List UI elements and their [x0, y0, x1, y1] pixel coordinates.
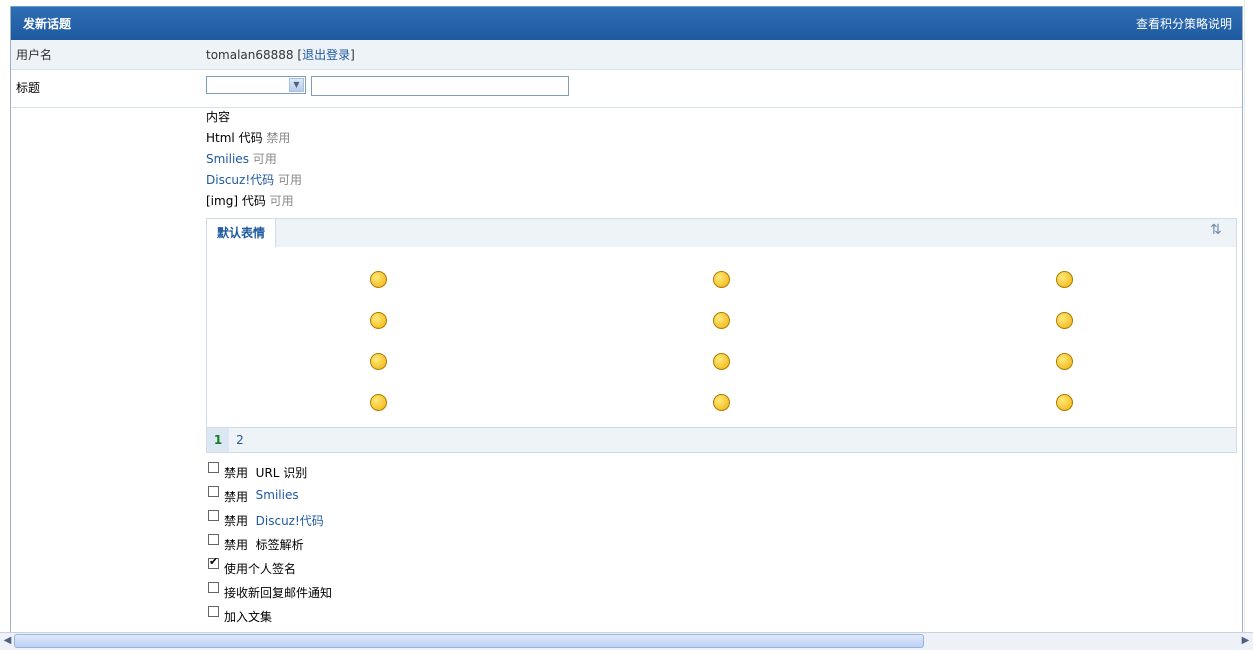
option-status: 禁用 [266, 131, 291, 145]
checkbox-label: URL 识别 [255, 466, 308, 480]
option-checkbox-row: 禁用 URL 识别 [206, 459, 1246, 483]
post-options: 禁用 URL 识别禁用 Smilies禁用 Discuz!代码禁用 标签解析使用… [206, 459, 1246, 627]
horizontal-scrollbar[interactable]: ◀ ▶ [0, 632, 1253, 650]
option-checkbox[interactable] [208, 606, 219, 617]
form-title: 发新话题 [23, 17, 72, 31]
checkbox-prefix: 禁用 [224, 538, 249, 552]
option-status: 可用 [269, 194, 294, 208]
username-value: tomalan68888 [退出登录] [206, 46, 1242, 63]
option-name: [img] 代码 [206, 194, 266, 208]
smiley-cell[interactable] [893, 259, 1236, 300]
handshake-icon[interactable] [713, 271, 730, 288]
collapse-toggle-icon[interactable]: ⇅ [1210, 222, 1230, 242]
clock-icon[interactable] [370, 312, 387, 329]
checkbox-prefix: 禁用 [224, 514, 249, 528]
username: tomalan68888 [206, 48, 294, 62]
content-option: Discuz!代码 可用 [206, 170, 1246, 191]
option-checkbox[interactable] [208, 510, 219, 521]
smilies-page-2[interactable]: 2 [229, 428, 251, 452]
option-name: Html 代码 [206, 131, 263, 145]
option-checkbox-row: 禁用 Smilies [206, 483, 1246, 507]
chevron-down-icon[interactable]: ▼ [289, 78, 304, 92]
checkbox-label[interactable]: Discuz!代码 [256, 512, 324, 529]
content-section: 内容 Html 代码 禁用 Smilies 可用 Discuz!代码 可用 [img]… [206, 100, 1246, 627]
option-checkbox-row: 禁用 Discuz!代码 [206, 507, 1246, 531]
tongue-icon[interactable] [1056, 394, 1073, 411]
scroll-right-icon[interactable]: ▶ [1238, 633, 1253, 649]
username-row: 用户名 tomalan68888 [退出登录] [11, 40, 1242, 70]
checkbox-label: 加入文集 [224, 610, 273, 624]
content-option: Smilies 可用 [206, 149, 1246, 170]
option-checkbox-row: 加入文集 [206, 603, 1246, 627]
person-icon[interactable] [1056, 312, 1073, 329]
option-checkbox[interactable] [208, 582, 219, 593]
smiley-cell[interactable] [550, 382, 893, 423]
option-name[interactable]: Discuz!代码 [206, 173, 274, 187]
form-header: 发新话题 查看积分策略说明 [11, 6, 1242, 40]
checkbox-prefix: 禁用 [224, 490, 249, 504]
smiley-cell[interactable] [550, 259, 893, 300]
content-label: 内容 [206, 110, 231, 124]
smiley-cell[interactable] [207, 300, 550, 341]
smilies-page-1[interactable]: 1 [207, 428, 229, 452]
smilies-grid [207, 247, 1236, 427]
smiley-cell[interactable] [893, 300, 1236, 341]
smilies-tabs: 默认表情 ⇅ [207, 219, 1236, 247]
tab-default-smilies[interactable]: 默认表情 [207, 219, 277, 247]
option-checkbox-row: 禁用 标签解析 [206, 531, 1246, 555]
checkbox-label[interactable]: Smilies [256, 488, 299, 502]
smiley-cell[interactable] [893, 341, 1236, 382]
option-name[interactable]: Smilies [206, 152, 249, 166]
right-edge [1244, 0, 1253, 632]
wink-tongue-icon[interactable] [1056, 353, 1073, 370]
content-option: [img] 代码 可用 [206, 191, 1246, 212]
logout-bracket-close: ] [350, 48, 355, 62]
smiley-cell[interactable] [550, 341, 893, 382]
drool-icon[interactable] [370, 394, 387, 411]
grin-icon[interactable] [370, 353, 387, 370]
checkbox-label: 使用个人签名 [224, 562, 297, 576]
smiley-cell[interactable] [893, 382, 1236, 423]
content-option: Html 代码 禁用 [206, 128, 1246, 149]
option-checkbox[interactable] [208, 555, 219, 569]
frown-icon[interactable] [713, 353, 730, 370]
username-label: 用户名 [16, 48, 53, 62]
smilies-pagination: 12 [207, 427, 1236, 452]
scroll-left-icon[interactable]: ◀ [0, 633, 15, 649]
smiley-cell[interactable] [207, 382, 550, 423]
title-label: 标题 [16, 81, 41, 95]
victory-hand-icon[interactable] [713, 312, 730, 329]
smiley-cell[interactable] [207, 259, 550, 300]
option-checkbox[interactable] [208, 462, 219, 473]
thread-type-select[interactable]: ▼ [206, 76, 306, 94]
smiley-cell[interactable] [550, 300, 893, 341]
checkbox-label: 接收新回复邮件通知 [224, 586, 333, 600]
smilies-panel: 默认表情 ⇅ 12 [206, 218, 1237, 453]
option-checkbox-row: 使用个人签名 [206, 555, 1246, 579]
checkbox-label: 标签解析 [255, 538, 304, 552]
lips-icon[interactable] [1056, 271, 1073, 288]
option-status: 可用 [277, 173, 302, 187]
logout-link[interactable]: 退出登录 [302, 48, 350, 62]
checkbox-prefix: 禁用 [224, 466, 249, 480]
subject-input[interactable] [311, 76, 569, 96]
option-status: 可用 [252, 152, 277, 166]
scrollbar-thumb[interactable] [14, 634, 924, 648]
sly-icon[interactable] [713, 394, 730, 411]
option-checkbox-row: 接收新回复邮件通知 [206, 579, 1246, 603]
smiley-cell[interactable] [207, 341, 550, 382]
smile-icon[interactable] [370, 271, 387, 288]
option-checkbox[interactable] [208, 534, 219, 545]
option-checkbox[interactable] [208, 486, 219, 497]
points-policy-link[interactable]: 查看积分策略说明 [1136, 15, 1232, 32]
